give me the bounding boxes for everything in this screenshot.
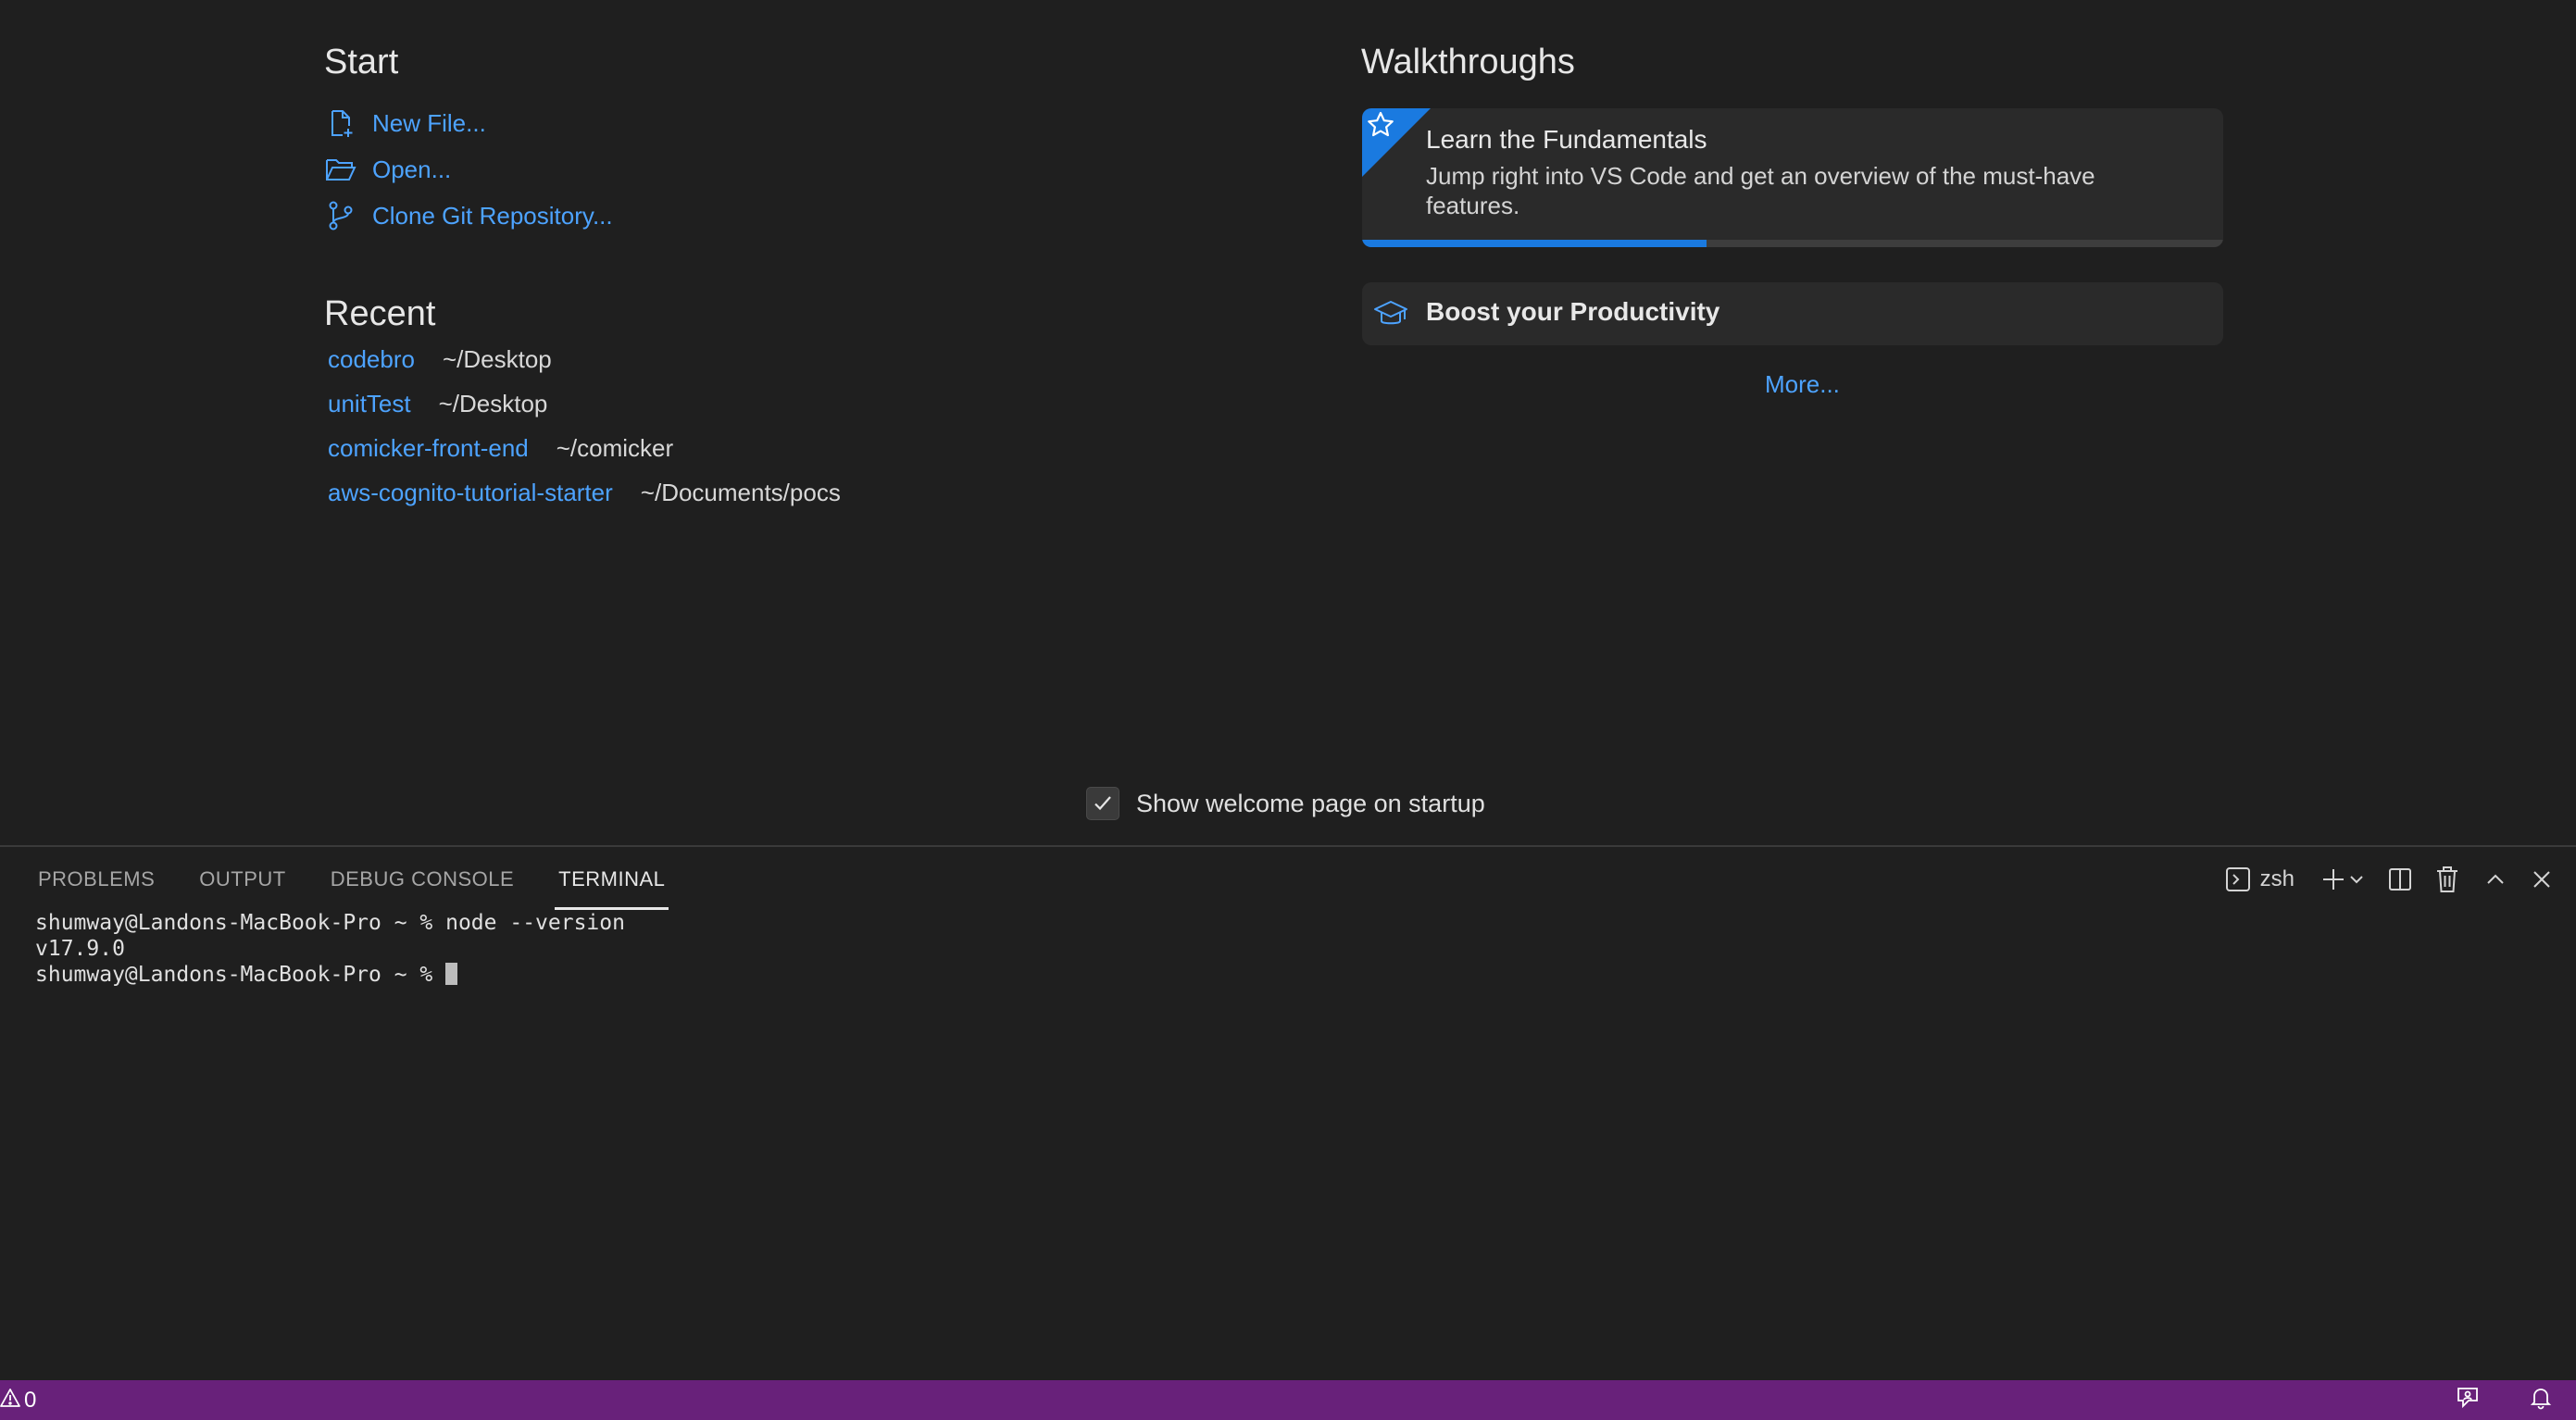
recent-item-path: ~/comicker xyxy=(556,434,674,462)
terminal-output[interactable]: shumway@Landons-MacBook-Pro ~ % node --v… xyxy=(35,910,625,988)
folder-open-icon xyxy=(324,153,357,186)
start-heading: Start xyxy=(324,43,399,81)
recent-item: aws-cognito-tutorial-starter ~/Documents… xyxy=(328,479,841,523)
mortarboard-icon xyxy=(1373,298,1408,330)
walkthrough-card-fundamentals[interactable]: Learn the Fundamentals Jump right into V… xyxy=(1362,108,2223,247)
clone-git-repository-link[interactable]: Clone Git Repository... xyxy=(324,193,613,239)
recent-item-path: ~/Desktop xyxy=(442,345,552,373)
kill-terminal-button[interactable] xyxy=(2435,861,2459,898)
terminal-line: shumway@Landons-MacBook-Pro ~ % node --v… xyxy=(35,911,625,935)
tab-debug-console[interactable]: DEBUG CONSOLE xyxy=(331,847,514,912)
shell-name: zsh xyxy=(2259,866,2295,891)
trash-icon xyxy=(2435,866,2459,893)
terminal-icon xyxy=(2225,866,2251,892)
new-terminal-button[interactable] xyxy=(2320,861,2346,898)
vscode-window: Start New File... Open... Clone Git Repo… xyxy=(0,0,2576,1420)
status-bar: 0 xyxy=(0,1380,2576,1420)
more-walkthroughs-link[interactable]: More... xyxy=(1765,370,1840,399)
checkmark-icon xyxy=(1094,796,1111,811)
tab-problems[interactable]: PROBLEMS xyxy=(38,847,155,912)
tab-output[interactable]: OUTPUT xyxy=(199,847,285,912)
terminal-cursor xyxy=(445,963,458,985)
new-file-icon xyxy=(324,106,357,140)
walkthroughs-heading: Walkthroughs xyxy=(1361,43,1575,81)
bell-icon xyxy=(2530,1386,2552,1414)
maximize-panel-button[interactable] xyxy=(2485,861,2506,898)
split-terminal-button[interactable] xyxy=(2387,861,2413,898)
show-on-startup-label: Show welcome page on startup xyxy=(1136,789,1485,817)
recent-item-path: ~/Desktop xyxy=(438,390,548,417)
walkthrough-progress-bar xyxy=(1362,240,2223,247)
feedback-icon xyxy=(2456,1386,2482,1414)
walkthrough-card-productivity[interactable]: Boost your Productivity xyxy=(1362,282,2223,345)
walkthrough-description: Jump right into VS Code and get an overv… xyxy=(1426,162,2095,219)
plus-icon xyxy=(2320,866,2346,892)
recent-item: codebro ~/Desktop xyxy=(328,345,841,390)
recent-heading: Recent xyxy=(324,294,436,333)
chevron-up-icon xyxy=(2485,869,2506,890)
warning-icon xyxy=(0,1388,20,1413)
recent-item: comicker-front-end ~/comicker xyxy=(328,434,841,479)
close-panel-button[interactable] xyxy=(2532,861,2552,898)
walkthrough-title: Learn the Fundamentals xyxy=(1426,125,1707,154)
clone-git-repository-label: Clone Git Repository... xyxy=(372,201,613,230)
bottom-panel: PROBLEMS OUTPUT DEBUG CONSOLE TERMINAL z… xyxy=(0,845,2576,1380)
close-icon xyxy=(2532,869,2552,890)
open-label: Open... xyxy=(372,155,452,183)
open-link[interactable]: Open... xyxy=(324,146,613,193)
new-file-link[interactable]: New File... xyxy=(324,100,613,146)
warnings-count: 0 xyxy=(24,1387,37,1413)
walkthrough-title: Boost your Productivity xyxy=(1426,297,1720,326)
panel-actions: zsh xyxy=(2225,847,2576,912)
walkthrough-progress-fill xyxy=(1362,240,1707,247)
status-right-items xyxy=(2441,1380,2576,1420)
start-list: New File... Open... Clone Git Repository… xyxy=(324,100,613,239)
recent-item-name[interactable]: unitTest xyxy=(328,390,411,418)
problems-status-item[interactable]: 0 xyxy=(0,1380,36,1420)
recent-item-path: ~/Documents/pocs xyxy=(640,479,841,506)
terminal-shell-selector[interactable]: zsh xyxy=(2225,861,2295,898)
recent-item: unitTest ~/Desktop xyxy=(328,390,841,434)
star-icon xyxy=(1366,110,1395,140)
notifications-button[interactable] xyxy=(2513,1380,2569,1420)
recent-item-name[interactable]: codebro xyxy=(328,345,415,374)
show-on-startup-row: Show welcome page on startup xyxy=(1086,787,1485,820)
new-file-label: New File... xyxy=(372,108,486,137)
terminal-line: v17.9.0 xyxy=(35,937,125,961)
show-on-startup-checkbox[interactable] xyxy=(1086,787,1119,820)
split-editor-icon xyxy=(2387,866,2413,892)
welcome-page: Start New File... Open... Clone Git Repo… xyxy=(0,0,2576,844)
terminal-launch-profile-dropdown[interactable] xyxy=(2348,861,2365,898)
git-branch-icon xyxy=(324,199,357,232)
panel-tabs: PROBLEMS OUTPUT DEBUG CONSOLE TERMINAL xyxy=(0,847,669,912)
recent-item-name[interactable]: aws-cognito-tutorial-starter xyxy=(328,479,613,507)
terminal-prompt: shumway@Landons-MacBook-Pro ~ % xyxy=(35,963,446,987)
feedback-button[interactable] xyxy=(2441,1380,2496,1420)
recent-list: codebro ~/Desktop unitTest ~/Desktop com… xyxy=(328,345,841,523)
tab-terminal[interactable]: TERMINAL xyxy=(555,847,669,912)
chevron-down-icon xyxy=(2348,871,2365,888)
recent-item-name[interactable]: comicker-front-end xyxy=(328,434,529,463)
